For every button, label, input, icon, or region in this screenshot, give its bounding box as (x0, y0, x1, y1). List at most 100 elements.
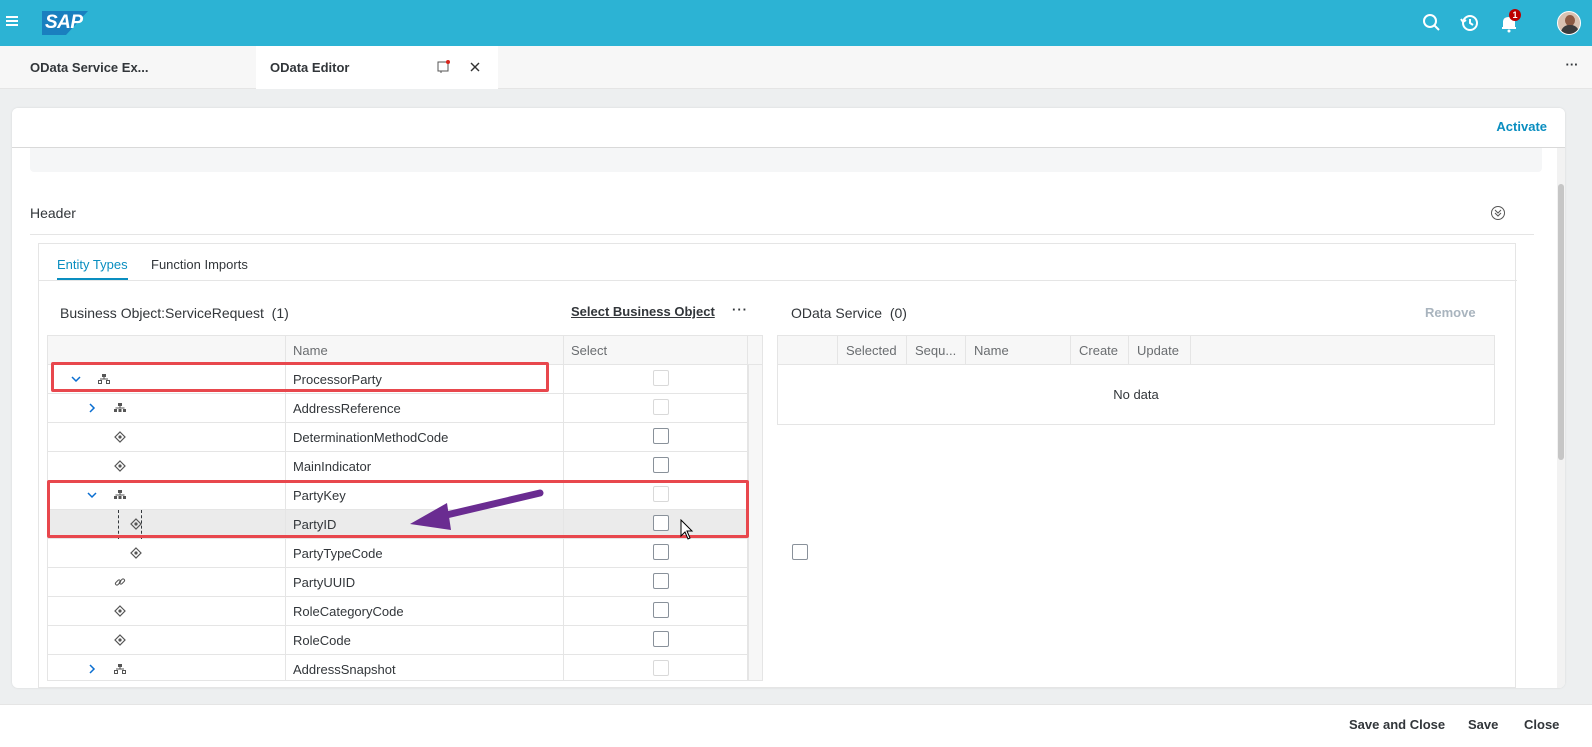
name-cell: DeterminationMethodCode (286, 423, 564, 452)
select-cell (564, 655, 748, 680)
logo-text: SAP (45, 12, 83, 33)
select-checkbox[interactable] (653, 602, 669, 618)
select-cell (564, 365, 748, 394)
tab-label: OData Editor (270, 60, 350, 75)
tree-cell (48, 394, 286, 423)
select-cell (564, 568, 748, 597)
select-cell (564, 423, 748, 452)
annotation-box-processor-party (51, 362, 549, 392)
search-icon[interactable] (1420, 11, 1444, 35)
close-tab-icon[interactable] (468, 60, 482, 74)
attribute-icon (114, 634, 126, 646)
select-cell (564, 539, 748, 568)
annotation-box-party-key (47, 480, 749, 538)
tree-cell (48, 568, 286, 597)
hierarchy-icon (114, 402, 126, 414)
save-button[interactable]: Save (1468, 717, 1498, 732)
table-row[interactable]: DeterminationMethodCode (48, 423, 748, 452)
select-all-checkbox[interactable] (792, 544, 808, 560)
footer-toolbar: Save and Close Save Close (0, 704, 1592, 747)
tab-function-imports[interactable]: Function Imports (151, 257, 248, 272)
tab-overflow-button[interactable]: ··· (1562, 58, 1582, 74)
table-row[interactable]: RoleCategoryCode (48, 597, 748, 626)
page-scrollbar[interactable] (1557, 148, 1565, 688)
app-tab-bar: OData Service Ex... OData Editor ··· (0, 46, 1592, 89)
select-checkbox[interactable] (653, 573, 669, 589)
mouse-cursor-icon (680, 519, 694, 540)
remove-button[interactable]: Remove (1425, 305, 1476, 320)
chevron-right-icon[interactable] (86, 402, 98, 414)
menu-icon[interactable] (6, 14, 22, 30)
select-checkbox[interactable] (653, 428, 669, 444)
name-cell: RoleCode (286, 626, 564, 655)
tab-odata-editor[interactable]: OData Editor (256, 46, 498, 89)
collapse-section-icon[interactable] (1491, 206, 1505, 220)
table-row[interactable]: AddressReference (48, 394, 748, 423)
link-icon (114, 576, 126, 588)
select-cell (564, 597, 748, 626)
tree-cell (48, 655, 286, 680)
sap-logo[interactable]: SAP (42, 11, 88, 35)
column-header-select-all (778, 336, 838, 365)
select-checkbox (653, 660, 669, 676)
save-and-close-button[interactable]: Save and Close (1349, 717, 1445, 732)
entity-panel: Entity Types Function Imports Business O… (38, 243, 1517, 688)
table-row[interactable]: PartyTypeCode (48, 539, 748, 568)
tree-cell (48, 539, 286, 568)
select-checkbox[interactable] (653, 631, 669, 647)
column-header-select[interactable]: Select (564, 336, 748, 365)
column-header-tree (48, 336, 286, 365)
column-header-name[interactable]: Name (286, 336, 564, 365)
collapsed-header-area (30, 148, 1542, 172)
tree-cell (48, 597, 286, 626)
bell-icon[interactable]: 1 (1497, 9, 1521, 35)
tab-label: OData Service Ex... (30, 60, 149, 75)
entity-tab-bar: Entity Types Function Imports (39, 244, 1517, 281)
table-row[interactable]: RoleCode (48, 626, 748, 655)
table-row[interactable]: AddressSnapshot (48, 655, 748, 680)
select-business-object-link[interactable]: Select Business Object (571, 304, 715, 319)
select-cell (564, 394, 748, 423)
name-cell: RoleCategoryCode (286, 597, 564, 626)
attribute-icon (114, 460, 126, 472)
tree-cell (48, 626, 286, 655)
scrollbar-thumb[interactable] (1558, 184, 1564, 460)
tree-cell (48, 452, 286, 481)
column-header-selected[interactable]: Selected (838, 336, 907, 365)
name-cell: MainIndicator (286, 452, 564, 481)
table-row[interactable]: MainIndicator (48, 452, 748, 481)
tree-cell (48, 423, 286, 452)
select-checkbox[interactable] (653, 544, 669, 560)
table-row[interactable]: PartyUUID (48, 568, 748, 597)
shell-bar: SAP 1 (0, 0, 1592, 46)
table-header: Name Select (48, 336, 762, 365)
column-header-create[interactable]: Create (1071, 336, 1129, 365)
bookmark-icon[interactable] (437, 60, 451, 74)
no-data-text: No data (1113, 387, 1159, 402)
name-cell: PartyUUID (286, 568, 564, 597)
select-checkbox (653, 370, 669, 386)
history-icon[interactable] (1458, 11, 1482, 35)
notification-badge: 1 (1509, 9, 1521, 21)
select-cell (564, 452, 748, 481)
business-object-title: Business Object:ServiceRequest (1) (60, 305, 289, 321)
select-checkbox[interactable] (653, 457, 669, 473)
chevron-right-icon[interactable] (86, 663, 98, 675)
table-header: Selected Sequ... Name Create Update (778, 336, 1494, 365)
section-divider (30, 234, 1534, 235)
activate-button[interactable]: Activate (1496, 119, 1547, 134)
table-scrollbar[interactable] (748, 365, 762, 680)
column-header-name[interactable]: Name (966, 336, 1071, 365)
attribute-icon (130, 547, 142, 559)
avatar[interactable] (1557, 11, 1581, 35)
tab-odata-service-explorer[interactable]: OData Service Ex... (0, 46, 256, 89)
attribute-icon (114, 605, 126, 617)
name-cell: AddressReference (286, 394, 564, 423)
column-header-update[interactable]: Update (1129, 336, 1191, 365)
entity-icon (114, 663, 126, 675)
tab-entity-types[interactable]: Entity Types (57, 257, 128, 280)
more-options-button[interactable]: ··· (729, 302, 751, 322)
close-button[interactable]: Close (1524, 717, 1559, 732)
column-header-sequence[interactable]: Sequ... (907, 336, 966, 365)
odata-service-title: OData Service (0) (791, 305, 907, 321)
